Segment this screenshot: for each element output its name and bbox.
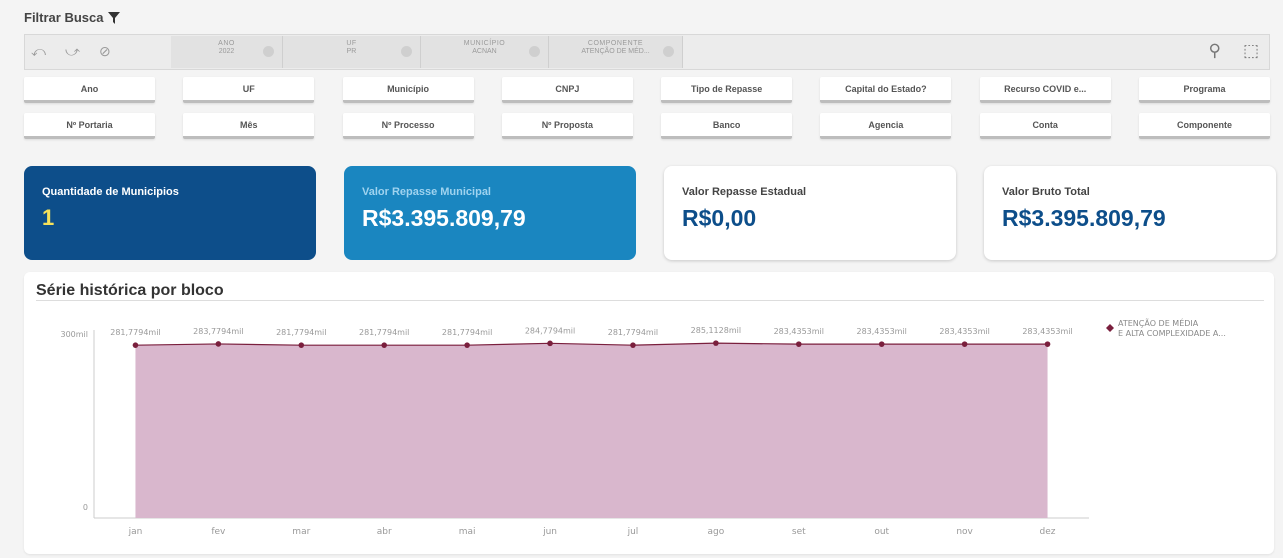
data-point: [132, 342, 139, 348]
kpi-label: Quantidade de Municipios: [42, 186, 179, 198]
x-tick-label: mar: [292, 527, 310, 537]
filter-tipo-repasse[interactable]: Tipo de Repasse: [661, 77, 793, 103]
data-label: 281,7794mil: [110, 328, 160, 337]
data-point: [878, 341, 885, 347]
search-icon[interactable]: ⚲: [1208, 41, 1220, 61]
chart-card: Série histórica por bloco 300mil 0 281,779…: [24, 272, 1274, 554]
filter-banco[interactable]: Banco: [661, 113, 793, 139]
kpi-value: 1: [42, 205, 55, 230]
area-chart[interactable]: 300mil 0 281,7794mil jan 283,7794mil fev 281,7…: [24, 272, 1274, 554]
filter-programa[interactable]: Programa: [1138, 77, 1270, 103]
kpi-quantidade-municipios: Quantidade de Municipios 1: [24, 166, 316, 260]
x-tick-label: nov: [956, 527, 973, 537]
filter-capital-estado[interactable]: Capital do Estado?: [820, 77, 952, 103]
selection-chip-ano[interactable]: ANO 2022: [171, 36, 283, 68]
kpi-label: Valor Repasse Municipal: [362, 186, 491, 198]
filter-proposta[interactable]: Nº Proposta: [501, 113, 633, 139]
kpi-valor-repasse-municipal: Valor Repasse Municipal R$3.395.809,79: [344, 166, 636, 260]
filter-municipio[interactable]: Município: [342, 77, 474, 103]
x-tick-label: fev: [211, 527, 226, 537]
selection-chip-uf[interactable]: UF PR: [283, 36, 421, 68]
kpi-valor-repasse-estadual: Valor Repasse Estadual R$0,00: [664, 166, 956, 260]
series-area: [135, 343, 1048, 518]
chip-clear-icon[interactable]: [663, 46, 674, 57]
filter-row-2: Nº Portaria Mês Nº Processo Nº Proposta …: [24, 113, 1270, 139]
data-label: 285,1128mil: [691, 326, 741, 335]
data-point: [215, 341, 222, 347]
chip-title: COMPONENTE: [587, 40, 644, 47]
selection-chip-componente[interactable]: COMPONENTE ATENÇÃO DE MÉD...: [549, 36, 683, 68]
kpi-value: R$3.395.809,79: [1002, 205, 1166, 231]
data-label: 281,7794mil: [359, 328, 409, 337]
x-tick-label: ago: [708, 527, 725, 537]
data-label: 283,4353mil: [939, 327, 989, 336]
data-point: [381, 342, 388, 348]
chip-title: UF: [346, 40, 357, 47]
selection-chip-municipio[interactable]: MUNICÍPIO ACNAN: [421, 36, 549, 68]
x-tick-label: mai: [459, 527, 476, 537]
filter-conta[interactable]: Conta: [979, 113, 1111, 139]
filter-portaria[interactable]: Nº Portaria: [24, 113, 155, 139]
data-label: 281,7794mil: [276, 328, 326, 337]
y-tick-label: 0: [83, 503, 88, 512]
legend-label-line-2: E ALTA COMPLEXIDADE A...: [1118, 329, 1226, 338]
data-point: [961, 341, 968, 347]
legend-label-line-1: ATENÇÃO DE MÉDIA: [1118, 317, 1199, 328]
kpi-label: Valor Repasse Estadual: [682, 186, 807, 198]
data-label: 283,7794mil: [193, 327, 243, 336]
data-point: [630, 342, 636, 348]
data-point: [795, 341, 802, 347]
chip-clear-icon[interactable]: [401, 46, 412, 57]
kpi-valor-bruto-total: Valor Bruto Total R$3.395.809,79: [984, 166, 1276, 260]
forward-selection-icon[interactable]: ⤻: [65, 43, 81, 59]
chip-clear-icon[interactable]: [529, 46, 540, 57]
selection-tool-icon[interactable]: ⬚: [1243, 41, 1259, 61]
filter-cnpj[interactable]: CNPJ: [501, 77, 633, 103]
data-point: [713, 340, 719, 346]
filter-componente[interactable]: Componente: [1138, 113, 1270, 139]
selections-bar: ⤺ ⤻ ⊘ ANO 2022 UF PR MUNICÍPIO ACNAN COM…: [24, 34, 1270, 70]
x-tick-label: dez: [1040, 527, 1056, 537]
data-label: 283,4353mil: [774, 327, 824, 336]
data-label: 281,7794mil: [608, 328, 658, 337]
x-tick-label: jan: [128, 527, 143, 537]
filter-processo[interactable]: Nº Processo: [342, 113, 474, 139]
kpi-label: Valor Bruto Total: [1002, 186, 1090, 198]
filter-row-1: Ano UF Município CNPJ Tipo de Repasse Ca…: [24, 77, 1270, 103]
data-label: 283,4353mil: [1022, 327, 1072, 336]
x-tick-label: jul: [627, 527, 639, 537]
data-label: 281,7794mil: [442, 328, 492, 337]
data-label: 283,4353mil: [856, 327, 906, 336]
clear-selections-icon[interactable]: ⊘: [99, 43, 115, 59]
chip-value: PR: [346, 48, 357, 55]
x-tick-label: abr: [377, 527, 392, 537]
kpi-value: R$3.395.809,79: [362, 205, 526, 231]
filter-recurso-covid[interactable]: Recurso COVID e...: [979, 77, 1111, 103]
y-tick-label: 300mil: [60, 330, 88, 339]
chip-title: MUNICÍPIO: [463, 40, 506, 47]
back-selection-icon[interactable]: ⤺: [31, 43, 47, 59]
filter-title-text: Filtrar Busca: [24, 10, 104, 25]
data-label: 284,7794mil: [525, 326, 575, 335]
legend-marker: [1106, 324, 1114, 332]
funnel-icon: [108, 11, 121, 24]
data-point: [464, 342, 470, 348]
data-point: [298, 342, 305, 348]
chip-clear-icon[interactable]: [263, 46, 274, 57]
x-tick-label: set: [792, 527, 806, 537]
x-tick-label: jun: [542, 527, 557, 537]
kpi-value: R$0,00: [682, 205, 757, 231]
filter-mes[interactable]: Mês: [183, 113, 315, 139]
filter-title: Filtrar Busca: [24, 10, 121, 25]
filter-ano[interactable]: Ano: [24, 77, 155, 103]
data-point: [1044, 341, 1051, 347]
data-point: [547, 340, 553, 347]
filter-uf[interactable]: UF: [183, 77, 315, 103]
filter-agencia[interactable]: Agencia: [820, 113, 952, 139]
x-tick-label: out: [874, 527, 889, 537]
